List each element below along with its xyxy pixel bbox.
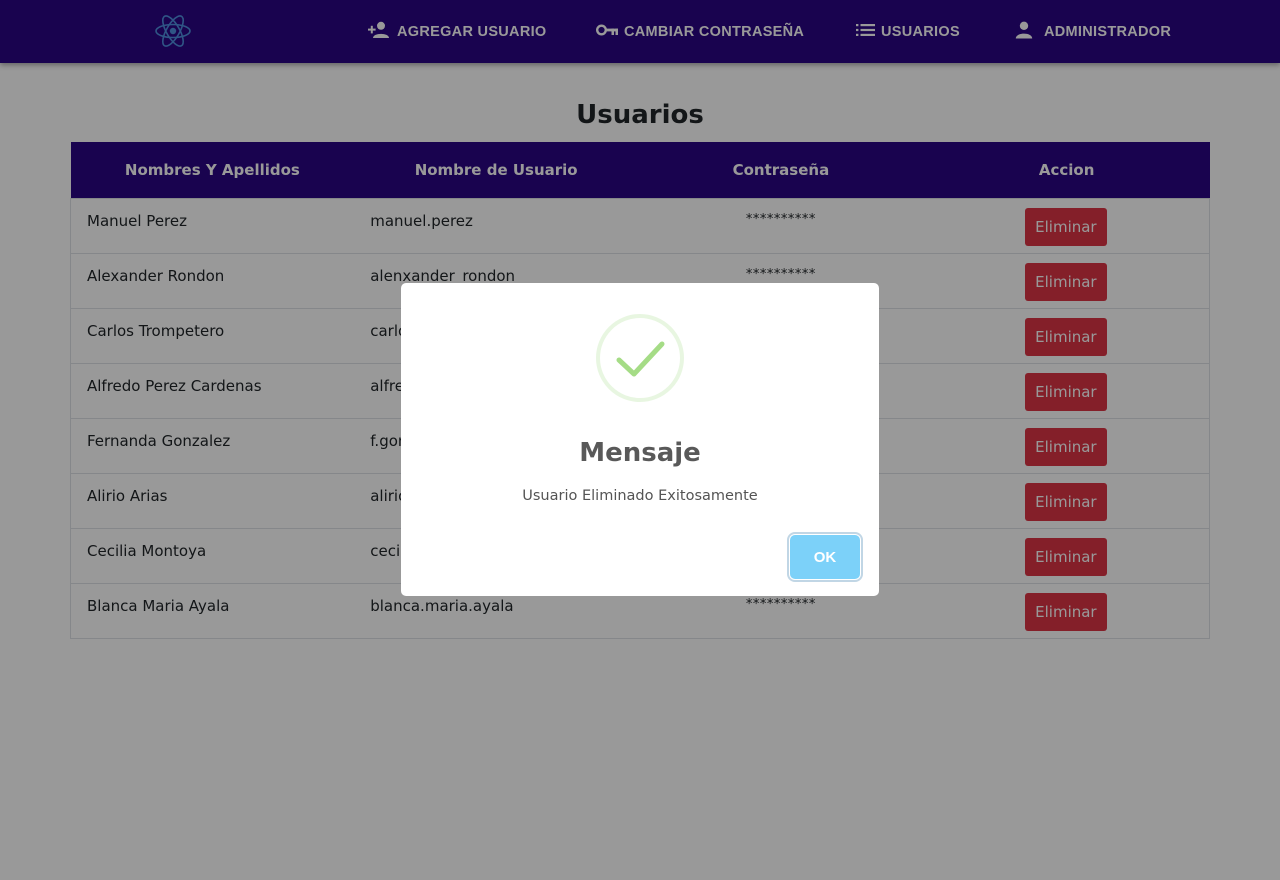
- success-modal: Mensaje Usuario Eliminado Exitosamente O…: [401, 283, 879, 596]
- modal-text: Usuario Eliminado Exitosamente: [522, 488, 758, 504]
- success-check-icon: [595, 313, 685, 403]
- ok-button[interactable]: OK: [790, 535, 860, 579]
- modal-title: Mensaje: [579, 438, 701, 468]
